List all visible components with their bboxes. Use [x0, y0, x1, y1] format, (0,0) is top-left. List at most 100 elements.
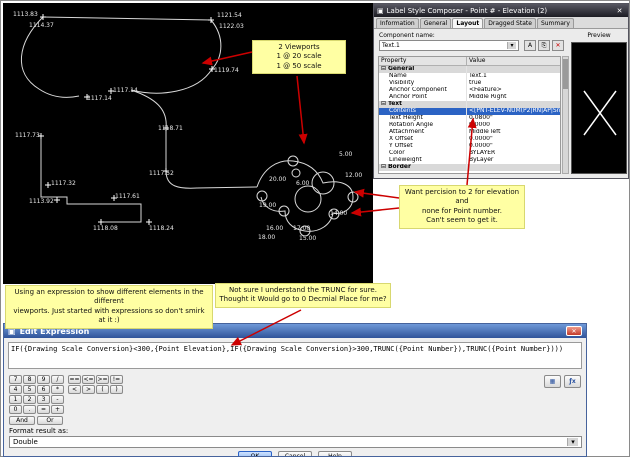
- pad-button[interactable]: 0: [9, 405, 22, 414]
- operator-button[interactable]: <=: [82, 375, 95, 384]
- composer-tab[interactable]: Information: [376, 18, 419, 28]
- operator-button[interactable]: ==: [68, 375, 81, 384]
- grid-scrollbar[interactable]: [562, 56, 569, 174]
- value-cell[interactable]: <[PNT-ELEV-NUM(P2|RN|AP|Sn|OF)]>: [467, 108, 560, 115]
- pad-button[interactable]: .: [23, 405, 36, 414]
- value-cell[interactable]: [467, 101, 560, 108]
- action-button[interactable]: Help: [318, 451, 352, 457]
- point-elevation-label: 1121.54: [217, 12, 242, 19]
- pad-button[interactable]: /: [51, 375, 64, 384]
- value-cell[interactable]: [467, 66, 560, 73]
- property-cell: Anchor Component: [379, 87, 467, 94]
- pad-button[interactable]: 2: [23, 395, 36, 404]
- value-cell[interactable]: Text.1: [467, 73, 560, 80]
- property-row[interactable]: Lineweight ByLayer: [379, 157, 560, 164]
- pad-button[interactable]: =: [37, 405, 50, 414]
- point-elevation-label: 1118.24: [149, 225, 174, 232]
- format-result-select[interactable]: Double ▾: [9, 436, 582, 448]
- expression-input[interactable]: IF({Drawing Scale Conversion}<300,{Point…: [8, 342, 582, 369]
- value-cell[interactable]: ByLayer: [467, 157, 560, 164]
- action-button[interactable]: OK: [238, 451, 272, 457]
- value-cell[interactable]: 0.0000: [467, 122, 560, 129]
- logic-button[interactable]: Or: [37, 416, 63, 425]
- value-cell[interactable]: BYLAYER: [467, 150, 560, 157]
- value-cell[interactable]: 0.0000": [467, 136, 560, 143]
- value-cell[interactable]: true: [467, 80, 560, 87]
- chevron-down-icon[interactable]: ▾: [507, 42, 516, 49]
- pad-button[interactable]: 5: [23, 385, 36, 394]
- value-cell[interactable]: 0.0800": [467, 115, 560, 122]
- property-cell: X Offset: [379, 136, 467, 143]
- composer-tab[interactable]: Dragged State: [484, 18, 536, 28]
- composer-tab[interactable]: General: [420, 18, 452, 28]
- action-button[interactable]: Cancel: [278, 451, 312, 457]
- property-row[interactable]: Rotation Angle 0.0000: [379, 122, 560, 129]
- note-trunc: Not sure I understand the TRUNC for sure…: [215, 283, 391, 308]
- point-number-label: 12.00: [345, 172, 362, 179]
- scrollbar-thumb[interactable]: [563, 59, 568, 89]
- operator-button[interactable]: >=: [96, 375, 109, 384]
- pad-button[interactable]: 4: [9, 385, 22, 394]
- point-number-label: 18.00: [258, 234, 275, 241]
- close-icon[interactable]: ✕: [614, 7, 625, 15]
- pad-button[interactable]: 6: [37, 385, 50, 394]
- property-cell: Y Offset: [379, 143, 467, 150]
- label-preview-pane: [571, 42, 627, 174]
- composer-tab[interactable]: Layout: [452, 18, 483, 28]
- property-row[interactable]: Contents <[PNT-ELEV-NUM(P2|RN|AP|Sn|OF)]…: [379, 108, 560, 115]
- point-elevation-label: 1117.14: [113, 87, 138, 94]
- operator-button[interactable]: >: [82, 385, 95, 394]
- property-row[interactable]: Anchor Point Middle Right: [379, 94, 560, 101]
- property-row[interactable]: Text Height 0.0800": [379, 115, 560, 122]
- point-elevation-label: 1118.08: [93, 225, 118, 232]
- format-result-label: Format result as:: [9, 427, 68, 435]
- property-row[interactable]: Text: [379, 101, 560, 108]
- close-icon[interactable]: ✕: [566, 326, 582, 336]
- operator-button[interactable]: (: [96, 385, 109, 394]
- point-elevation-label: 1113.92: [29, 198, 54, 205]
- property-row[interactable]: X Offset 0.0000": [379, 136, 560, 143]
- property-row[interactable]: Y Offset 0.0000": [379, 143, 560, 150]
- point-number-label: 17.00: [293, 225, 310, 232]
- logic-button[interactable]: And: [9, 416, 35, 425]
- insert-property-icon[interactable]: ▦: [544, 375, 561, 388]
- value-cell[interactable]: Middle left: [467, 129, 560, 136]
- pad-button[interactable]: *: [51, 385, 64, 394]
- preview-x-glyph: [572, 43, 626, 173]
- insert-function-icon[interactable]: ƒx: [564, 375, 581, 388]
- value-cell[interactable]: 0.0000": [467, 143, 560, 150]
- composer-titlebar[interactable]: ▣ Label Style Composer - Point # - Eleva…: [374, 4, 628, 17]
- pad-button[interactable]: 3: [37, 395, 50, 404]
- delete-component-button[interactable]: ✕: [552, 40, 564, 51]
- operator-button[interactable]: ): [110, 385, 123, 394]
- property-row[interactable]: Anchor Component <Feature>: [379, 87, 560, 94]
- property-row[interactable]: General: [379, 66, 560, 73]
- copy-component-button[interactable]: ⎘: [538, 40, 550, 51]
- value-cell[interactable]: [467, 164, 560, 171]
- property-cell: Name: [379, 73, 467, 80]
- operator-button[interactable]: <: [68, 385, 81, 394]
- point-elevation-label: 1117.32: [51, 180, 76, 187]
- pad-button[interactable]: 1: [9, 395, 22, 404]
- point-number-label: 19.00: [259, 202, 276, 209]
- pad-button[interactable]: 9: [37, 375, 50, 384]
- pad-button[interactable]: +: [51, 405, 64, 414]
- pad-button[interactable]: 8: [23, 375, 36, 384]
- format-result-value: Double: [13, 438, 38, 446]
- property-row[interactable]: Attachment Middle left: [379, 129, 560, 136]
- property-row[interactable]: Border: [379, 164, 560, 171]
- property-row[interactable]: Name Text.1: [379, 73, 560, 80]
- property-cell: General: [379, 66, 467, 73]
- value-cell[interactable]: <Feature>: [467, 87, 560, 94]
- composer-tab[interactable]: Summary: [537, 18, 574, 28]
- create-text-component-button[interactable]: A: [524, 40, 536, 51]
- property-row[interactable]: Color BYLAYER: [379, 150, 560, 157]
- operator-button[interactable]: !=: [110, 375, 123, 384]
- preview-label: Preview: [572, 32, 626, 39]
- property-row[interactable]: Visibility true: [379, 80, 560, 87]
- component-name-select[interactable]: Text.1 ▾: [379, 40, 519, 51]
- pad-button[interactable]: 7: [9, 375, 22, 384]
- value-cell[interactable]: Middle Right: [467, 94, 560, 101]
- pad-button[interactable]: -: [51, 395, 64, 404]
- chevron-down-icon[interactable]: ▾: [567, 438, 578, 446]
